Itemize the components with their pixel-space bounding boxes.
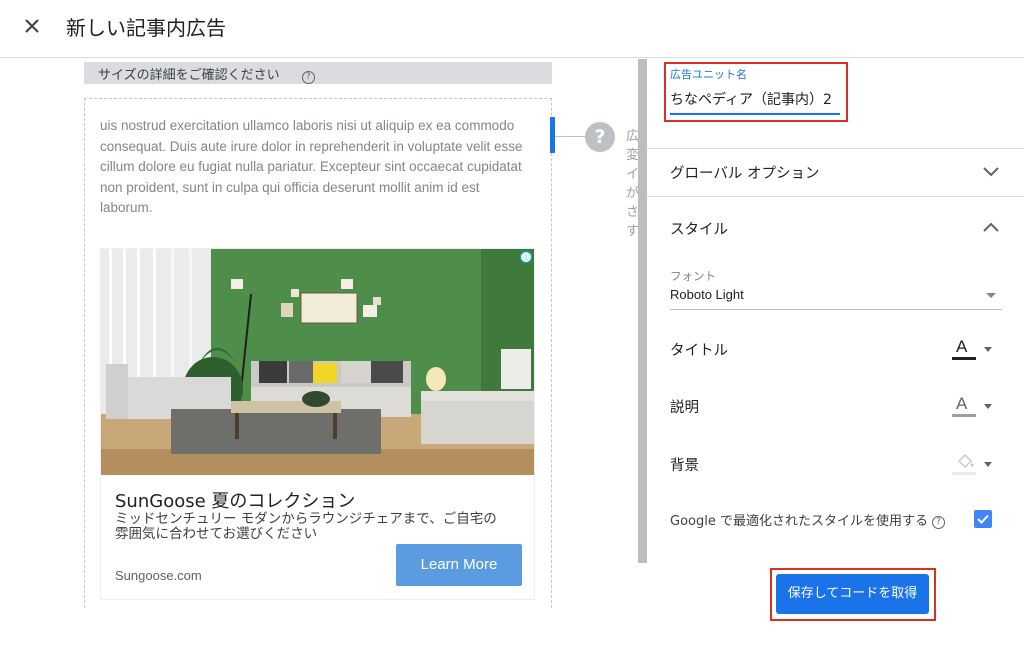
tip-char: が (626, 186, 640, 201)
font-underline (670, 309, 1002, 310)
color-swatch (952, 357, 976, 360)
divider (647, 148, 1024, 149)
font-select[interactable]: Roboto Light (670, 287, 744, 302)
tooltip-connector (555, 136, 585, 137)
dropdown-arrow-icon (984, 462, 992, 467)
question-icon[interactable]: ? (585, 122, 615, 152)
selection-marker (550, 117, 555, 153)
help-icon[interactable]: ? (931, 516, 945, 529)
title-color-label: タイトル (670, 343, 728, 359)
ad-headline[interactable]: SunGoose 夏のコレクション (115, 487, 355, 513)
color-swatch (952, 414, 976, 417)
panel-scrollbar[interactable] (638, 59, 647, 563)
google-optimized-option: Google で最適化されたスタイルを使用する? (670, 510, 945, 529)
style-header[interactable]: スタイル (670, 218, 728, 239)
chevron-down-icon[interactable] (982, 166, 1000, 178)
ad-unit-name-label: 広告ユニット名 (670, 68, 747, 81)
google-optimized-checkbox[interactable] (974, 510, 992, 528)
top-bar: 新しい記事内広告 (0, 0, 1024, 58)
ad-cta-button[interactable]: Learn More (396, 544, 522, 586)
in-article-ad[interactable]: ⓘ SunGoose 夏のコレクション ミッドセンチュリー モダンからラウンジチ… (101, 249, 534, 599)
ad-domain[interactable]: Sungoose.com (115, 568, 202, 583)
font-label: フォント (670, 269, 716, 283)
tip-char: イ (626, 167, 640, 182)
global-options-header[interactable]: グローバル オプション (670, 162, 819, 183)
text-color-icon: A (956, 394, 968, 413)
help-icon[interactable]: ? (301, 71, 315, 84)
tip-char: さ (626, 205, 640, 220)
ad-image (101, 249, 534, 475)
background-color-label: 背景 (670, 458, 699, 474)
tip-char: 広 (626, 129, 640, 144)
page-title: 新しい記事内広告 (66, 16, 226, 40)
truncated-tip-text: 広 変 イ が さ す (626, 127, 640, 241)
google-optimized-label: Google で最適化されたスタイルを使用する (670, 514, 928, 529)
ad-unit-name-underline (670, 113, 840, 115)
dropdown-arrow-icon (984, 347, 992, 352)
background-color-picker[interactable] (952, 452, 994, 476)
ad-unit-name-input[interactable]: ちなペディア（記事内）2 (670, 89, 832, 109)
dropdown-arrow-icon[interactable] (986, 293, 996, 298)
size-details-bar[interactable]: サイズの詳細をご確認ください ? (84, 62, 552, 84)
save-and-get-code-button[interactable]: 保存してコードを取得 (776, 574, 929, 614)
size-details-text: サイズの詳細をご確認ください (98, 68, 280, 83)
tip-char: 変 (626, 148, 640, 163)
description-color-label: 説明 (670, 400, 699, 416)
close-icon[interactable] (20, 14, 46, 40)
check-icon (977, 514, 989, 524)
ad-choices-icon[interactable]: ⓘ (520, 251, 532, 263)
dropdown-arrow-icon (984, 404, 992, 409)
title-color-picker[interactable]: A (952, 337, 994, 361)
fill-bucket-icon (957, 453, 974, 469)
tip-char: す (626, 224, 640, 239)
ad-description: ミッドセンチュリー モダンからラウンジチェアまで、ご自宅の雰囲気に合わせてお選び… (115, 511, 497, 542)
divider (647, 196, 1024, 197)
chevron-up-icon[interactable] (982, 221, 1000, 233)
article-placeholder-text: uis nostrud exercitation ullamco laboris… (100, 118, 523, 215)
text-color-icon: A (956, 337, 968, 356)
description-color-picker[interactable]: A (952, 394, 994, 418)
color-swatch (952, 472, 976, 475)
